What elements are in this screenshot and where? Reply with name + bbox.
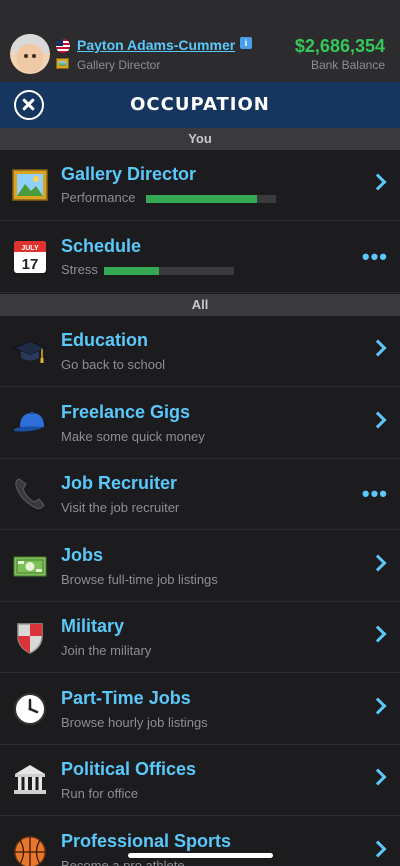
row-sub: Become a pro athlete — [61, 858, 185, 866]
list-item-political-offices[interactable]: Political Offices Run for office — [0, 745, 400, 816]
clock-icon — [14, 693, 46, 725]
calendar-month: JULY — [21, 245, 39, 252]
money-icon — [13, 556, 47, 577]
list-item-military[interactable]: Military Join the military — [0, 602, 400, 673]
row-label: Job Recruiter — [61, 473, 178, 493]
home-indicator[interactable] — [128, 853, 273, 858]
row-sub: Run for office — [61, 786, 139, 801]
framed-picture-icon — [56, 58, 69, 69]
chevron-right-icon — [369, 840, 387, 858]
row-sub: Visit the job recruiter — [61, 500, 180, 515]
row-label: Military — [61, 616, 125, 636]
character-job: Gallery Director — [77, 58, 161, 72]
section-header-you: You — [0, 128, 400, 150]
row-sub: Go back to school — [61, 357, 166, 372]
chevron-right-icon — [369, 339, 387, 357]
us-flag-icon — [56, 39, 70, 53]
list-item-job-recruiter[interactable]: Job Recruiter Visit the job recruiter ••… — [0, 459, 400, 530]
calendar-day: 17 — [22, 256, 39, 273]
stress-bar-fill — [104, 267, 159, 275]
section-header-all: All — [0, 294, 400, 316]
more-options-icon: ••• — [361, 244, 388, 269]
list-item-freelance-gigs[interactable]: Freelance Gigs Make some quick money — [0, 388, 400, 459]
chevron-right-icon — [369, 173, 387, 191]
chevron-right-icon — [369, 625, 387, 643]
row-sub: Browse hourly job listings — [61, 715, 208, 730]
baseball-cap-icon — [14, 411, 44, 432]
title-bar: OCCUPATION — [0, 82, 400, 128]
bank-balance: $2,686,354 — [294, 36, 385, 56]
list-item-education[interactable]: Education Go back to school — [0, 316, 400, 387]
government-building-icon — [14, 765, 46, 794]
row-sub: Performance — [61, 190, 136, 205]
bank-balance-label: Bank Balance — [310, 58, 385, 72]
row-label: Gallery Director — [61, 164, 197, 184]
row-label: Education — [61, 330, 149, 350]
performance-bar-fill — [146, 195, 257, 203]
framed-picture-icon — [12, 169, 48, 201]
row-label: Part-Time Jobs — [61, 688, 191, 708]
list-item-professional-sports[interactable]: Professional Sports Become a pro athlete — [0, 817, 400, 866]
info-icon[interactable]: i — [240, 37, 252, 49]
performance-bar — [146, 195, 276, 203]
chevron-right-icon — [369, 411, 387, 429]
row-sub: Join the military — [61, 643, 152, 658]
list-item-part-time-jobs[interactable]: Part-Time Jobs Browse hourly job listing… — [0, 674, 400, 745]
chevron-right-icon — [369, 768, 387, 786]
row-sub: Make some quick money — [61, 429, 205, 444]
page-title: OCCUPATION — [130, 94, 270, 115]
shield-icon — [17, 623, 43, 654]
telephone-icon — [15, 478, 45, 510]
basketball-icon — [14, 836, 46, 866]
graduation-cap-icon — [12, 340, 48, 363]
character-name-link[interactable]: Payton Adams-Cummer — [77, 37, 235, 53]
row-label: Jobs — [61, 545, 104, 565]
avatar[interactable] — [10, 34, 50, 74]
row-sub: Stress — [61, 262, 98, 277]
row-label: Political Offices — [61, 759, 197, 779]
profile-header: Payton Adams-Cummer i Gallery Director $… — [0, 0, 400, 82]
stress-bar — [104, 267, 234, 275]
chevron-right-icon — [369, 697, 387, 715]
list-item-schedule[interactable]: JULY 17 Schedule Stress ••• — [0, 222, 400, 293]
row-label: Professional Sports — [61, 831, 232, 851]
row-label: Freelance Gigs — [61, 402, 191, 422]
list-item-jobs[interactable]: Jobs Browse full-time job listings — [0, 531, 400, 602]
calendar-icon: JULY 17 — [14, 241, 46, 273]
list-item-gallery-director[interactable]: Gallery Director Performance — [0, 150, 400, 221]
more-options-icon: ••• — [361, 481, 388, 506]
row-sub: Browse full-time job listings — [61, 572, 218, 587]
row-label: Schedule — [61, 236, 142, 256]
chevron-right-icon — [369, 554, 387, 572]
